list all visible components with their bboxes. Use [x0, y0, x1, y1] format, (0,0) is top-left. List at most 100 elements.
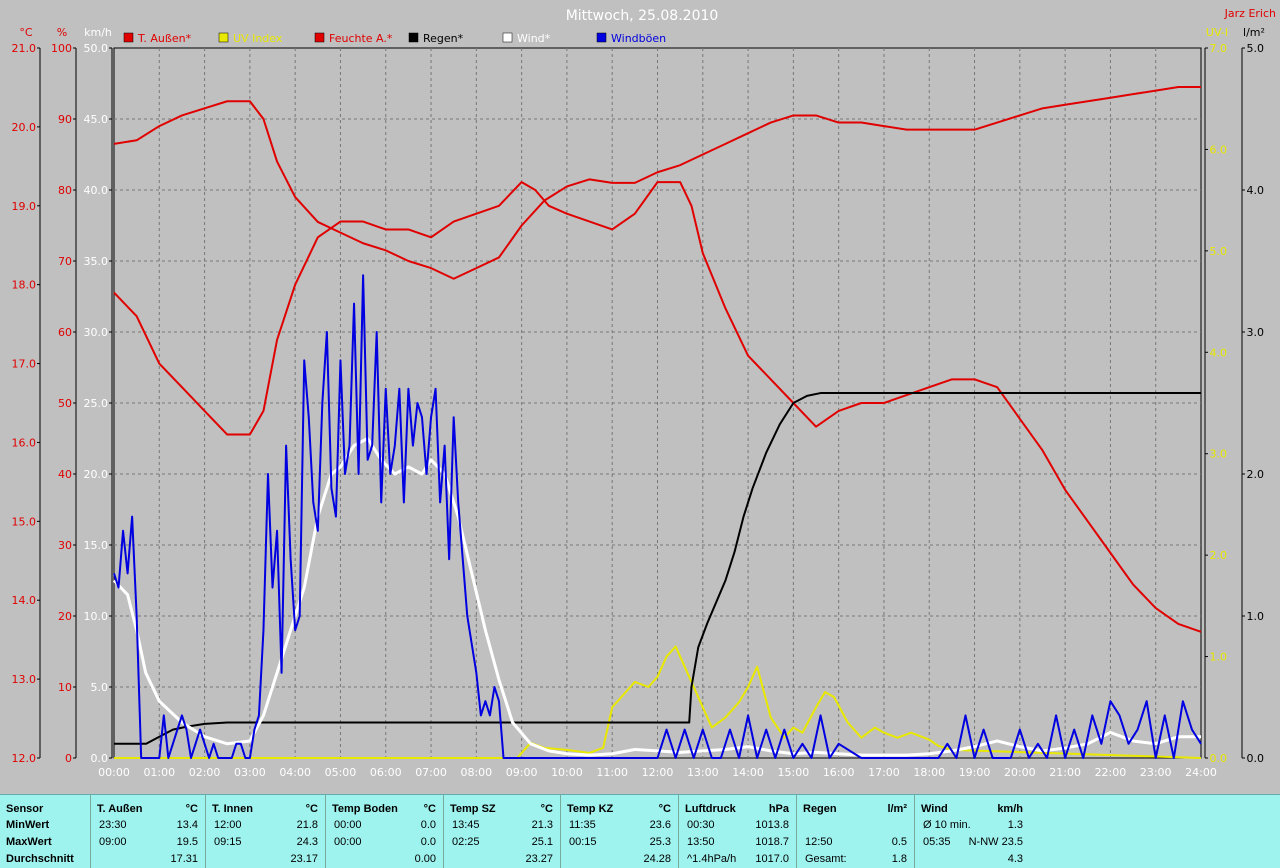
cell-value: 0.5 — [891, 836, 907, 848]
stats-column: Temp Boden °C 00:00 0.0 00:00 0.0 0.00 — [325, 795, 444, 868]
x-tick-label: 24:00 — [1185, 766, 1217, 779]
humidity-tick-label: 40 — [58, 468, 72, 481]
x-tick-label: 02:00 — [189, 766, 221, 779]
cell-value: 1018.7 — [755, 836, 789, 848]
x-tick-label: 22:00 — [1095, 766, 1127, 779]
column-header: Sensor — [6, 803, 44, 815]
cell-time: 23:30 — [99, 819, 127, 831]
legend-swatch — [408, 32, 419, 43]
cell-value: 0.0 — [420, 819, 436, 831]
rain-unit-label: l/m² — [1243, 26, 1265, 39]
humidity-tick-label: 70 — [58, 255, 72, 268]
cell-time: ^1.4hPa/h — [687, 853, 737, 865]
cell-time: 09:15 — [214, 836, 242, 848]
humidity-unit-label: % — [57, 26, 67, 39]
temp-tick-label: 14.0 — [12, 594, 37, 607]
legend-swatch — [596, 32, 607, 43]
cell-time: 13:50 — [687, 836, 715, 848]
rain-tick-label: 4.0 — [1247, 184, 1265, 197]
cell-value: 0.00 — [414, 853, 436, 865]
humidity-tick-label: 10 — [58, 681, 72, 694]
wind-tick-label: 45.0 — [84, 113, 109, 126]
temp-tick-label: 15.0 — [12, 515, 37, 528]
wind-tick-label: 50.0 — [84, 42, 109, 55]
cell-value: 1.8 — [891, 853, 907, 865]
humidity-tick-label: 60 — [58, 326, 72, 339]
temp-tick-label: 16.0 — [12, 436, 37, 449]
humidity-tick-label: 100 — [51, 42, 72, 55]
cell-time: 00:00 — [334, 836, 362, 848]
x-tick-label: 12:00 — [642, 766, 674, 779]
wind-tick-label: 20.0 — [84, 468, 109, 481]
cell-value: 17.31 — [170, 853, 198, 865]
stats-column: Regen l/m² 12:50 0.5 Gesamt: 1.8 — [796, 795, 915, 868]
x-tick-label: 01:00 — [143, 766, 175, 779]
cell-value: 21.3 — [531, 819, 553, 831]
x-tick-label: 07:00 — [415, 766, 447, 779]
legend-label: UV Index — [233, 32, 283, 45]
cell-time: 13:45 — [452, 819, 480, 831]
humidity-tick-label: 90 — [58, 113, 72, 126]
wind-unit-label: km/h — [84, 26, 112, 39]
cell-value: 13.4 — [176, 819, 198, 831]
column-header: Temp Boden — [332, 803, 398, 815]
humidity-tick-label: 20 — [58, 610, 72, 623]
cell-value: 19.5 — [176, 836, 198, 848]
cell-value: N-NW 23.5 — [968, 836, 1023, 848]
stats-column: Temp KZ °C 11:35 23.6 00:15 25.3 24.28 — [560, 795, 679, 868]
chart-legend: T. Außen* UV Index Feuchte A.* Regen* Wind* W… — [123, 32, 666, 45]
chart-svg: 00:00 01:00 02:00 03:00 04:00 05:00 06:00 07:00… — [12, 7, 1277, 779]
x-tick-label: 15:00 — [778, 766, 810, 779]
wind-tick-label: 25.0 — [84, 397, 109, 410]
x-tick-label: 05:00 — [325, 766, 357, 779]
uv-tick-label: 0.0 — [1210, 752, 1228, 765]
legend-label: T. Außen* — [137, 32, 192, 45]
author-label: Jarz Erich — [1224, 7, 1276, 20]
x-tick-label: 20:00 — [1004, 766, 1036, 779]
uv-tick-label: 1.0 — [1210, 651, 1228, 664]
temp-tick-label: 13.0 — [12, 673, 37, 686]
column-unit: km/h — [997, 803, 1023, 815]
humidity-tick-label: 50 — [58, 397, 72, 410]
column-unit: l/m² — [887, 803, 907, 815]
x-tick-label: 16:00 — [823, 766, 855, 779]
stats-table: Sensor MinWert MaxWert Durchschnitt T. Außen… — [0, 794, 1280, 868]
temp-tick-label: 18.0 — [12, 279, 37, 292]
column-header: Temp SZ — [450, 803, 496, 815]
wind-tick-label: 10.0 — [84, 610, 109, 623]
legend-swatch — [123, 32, 134, 43]
humidity-tick-label: 30 — [58, 539, 72, 552]
x-tick-label: 06:00 — [370, 766, 402, 779]
cell-value: 21.8 — [296, 819, 318, 831]
cell-value: 24.28 — [643, 853, 671, 865]
cell-value: 4.3 — [1007, 853, 1023, 865]
humidity-tick-label: 0 — [65, 752, 72, 765]
stats-column: Wind km/h Ø 10 min. 1.3 05:35 N-NW 23.5 4.3 — [914, 795, 1031, 868]
x-tick-label: 10:00 — [551, 766, 583, 779]
uv-tick-label: 7.0 — [1210, 42, 1228, 55]
x-tick-label: 21:00 — [1049, 766, 1081, 779]
cell-time: 00:00 — [334, 819, 362, 831]
wind-tick-label: 40.0 — [84, 184, 109, 197]
temp-tick-label: 21.0 — [12, 42, 37, 55]
column-header: Regen — [803, 803, 837, 815]
uv-tick-label: 4.0 — [1210, 346, 1228, 359]
uv-tick-label: 6.0 — [1210, 143, 1228, 156]
row-label: MaxWert — [6, 836, 52, 848]
row-label: MinWert — [6, 819, 50, 831]
wind-tick-label: 15.0 — [84, 539, 109, 552]
column-header: T. Innen — [212, 803, 253, 815]
column-header: Wind — [921, 803, 948, 815]
cell-value: 25.1 — [531, 836, 553, 848]
weather-chart: 00:00 01:00 02:00 03:00 04:00 05:00 06:00 07:00… — [0, 0, 1280, 793]
rain-tick-label: 2.0 — [1247, 468, 1265, 481]
legend-label: Regen* — [423, 32, 464, 45]
x-tick-label: 08:00 — [460, 766, 492, 779]
stats-column: Luftdruck hPa 00:30 1013.8 13:50 1018.7 ^1.4hP… — [678, 795, 797, 868]
wind-tick-label: 0.0 — [91, 752, 109, 765]
x-tick-label: 18:00 — [913, 766, 945, 779]
wind-tick-label: 5.0 — [91, 681, 109, 694]
column-unit: °C — [305, 803, 318, 815]
cell-time: Ø 10 min. — [923, 819, 971, 831]
cell-value: 23.6 — [649, 819, 671, 831]
